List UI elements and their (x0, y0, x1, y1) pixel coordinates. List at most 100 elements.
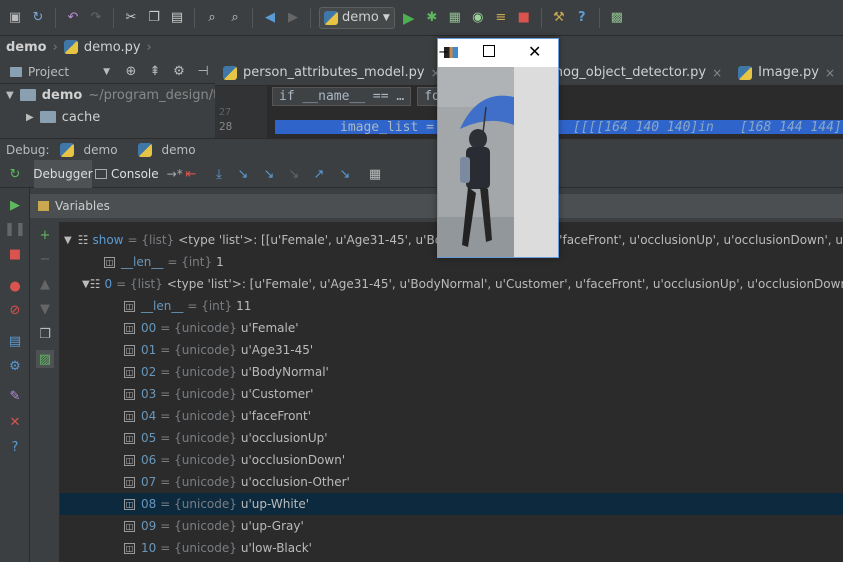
resume-icon[interactable]: ▶ (6, 196, 24, 214)
element-index: 01 (141, 343, 157, 357)
stop-icon[interactable]: ■ (515, 9, 533, 27)
debug-session-tab[interactable]: demo (84, 143, 118, 157)
element-value: u'up-Gray' (240, 519, 304, 533)
variable-row-item-0[interactable]: ▼ ☷ 0 = {list} <type 'list'>: [u'Female'… (60, 273, 843, 295)
step-into-icon[interactable]: ↘ (234, 165, 252, 183)
image-padding (514, 67, 558, 257)
move-down-icon[interactable]: ▼ (36, 300, 54, 318)
coverage-icon[interactable]: ▦ (446, 9, 464, 27)
chevron-down-icon[interactable]: ▼ (82, 279, 90, 290)
gear-icon[interactable]: ⚙ (170, 63, 188, 81)
sync-icon[interactable]: ↻ (29, 9, 47, 27)
close-icon[interactable]: ✕ (6, 413, 24, 431)
find-icon[interactable]: ⌕ (203, 9, 221, 27)
image-viewer-window[interactable]: − ✕ (437, 38, 559, 258)
help-icon[interactable]: ? (573, 9, 591, 27)
element-type: = {unicode} (160, 431, 237, 445)
undo-icon[interactable]: ↶ (64, 9, 82, 27)
pause-icon[interactable]: ❚❚ (4, 220, 26, 238)
profile-icon[interactable]: ◉ (469, 9, 487, 27)
back-icon[interactable]: ◀ (261, 9, 279, 27)
variable-row-element[interactable]: ◫ 09 = {unicode} u'up-Gray' (60, 515, 843, 537)
project-panel-title[interactable]: Project (28, 65, 69, 79)
rerun-icon[interactable]: ↻ (6, 165, 24, 183)
chevron-down-icon[interactable]: ▼ (103, 67, 110, 77)
redo-icon[interactable]: ↷ (87, 9, 105, 27)
field-icon: ◫ (124, 344, 135, 356)
save-icon[interactable]: ▣ (6, 9, 24, 27)
help-icon[interactable]: ? (6, 438, 24, 456)
image-window-titlebar[interactable]: − ✕ (438, 39, 558, 67)
mute-breakpoints-icon[interactable]: ⊘ (6, 301, 24, 319)
chevron-down-icon[interactable]: ▼ (64, 235, 78, 246)
hide-icon[interactable]: ⊣ (194, 63, 212, 81)
field-icon: ◫ (124, 432, 135, 444)
remove-watch-icon[interactable]: − (36, 250, 54, 268)
run-icon[interactable]: ▶ (400, 9, 418, 27)
tab-debugger[interactable]: Debugger (33, 160, 93, 188)
variable-row-element[interactable]: ◫ 03 = {unicode} u'Customer' (60, 383, 843, 405)
close-icon[interactable]: × (825, 66, 835, 80)
new-watch-icon[interactable]: + (36, 226, 54, 244)
variable-row-element[interactable]: ◫ 05 = {unicode} u'occlusionUp' (60, 427, 843, 449)
variable-name: __len__ (141, 299, 184, 313)
console-menu-icon[interactable]: →* (167, 167, 183, 181)
close-icon[interactable]: ✕ (528, 42, 541, 61)
element-index: 00 (141, 321, 157, 335)
variable-row-element[interactable]: ◫ 10 = {unicode} u'low-Black' (60, 537, 843, 559)
run-to-cursor-icon[interactable]: ↘ (336, 165, 354, 183)
build-icon[interactable]: ≡ (492, 9, 510, 27)
replace-icon[interactable]: ⌕ (226, 9, 244, 27)
stop-icon[interactable]: ■ (6, 245, 24, 263)
tab-fhog-object-detector[interactable]: fhog_object_detector.py × (550, 60, 730, 86)
layout-icon[interactable]: ▤ (6, 332, 24, 350)
debug-icon[interactable]: ✱ (423, 9, 441, 27)
close-icon[interactable]: × (712, 66, 722, 80)
cut-icon[interactable]: ✂ (122, 9, 140, 27)
pin-icon[interactable]: ✎ (6, 387, 24, 405)
step-over-icon[interactable]: ⤓ (210, 165, 228, 183)
variable-row-element-selected[interactable]: ◫ 08 = {unicode} u'up-White' (60, 493, 843, 515)
collapse-all-icon[interactable]: ⇞ (146, 63, 164, 81)
maximize-icon[interactable] (483, 45, 495, 57)
tab-person-attributes-model[interactable]: person_attributes_model.py × (215, 60, 449, 86)
variable-row-element[interactable]: ◫ 07 = {unicode} u'occlusion-Other' (60, 471, 843, 493)
minimize-icon[interactable]: − (438, 45, 449, 60)
chevron-down-icon[interactable]: ▼ (6, 90, 14, 101)
debug-session-tab[interactable]: demo (162, 143, 196, 157)
code-crumb-main[interactable]: if __name__ == … (272, 87, 412, 106)
variable-row-element[interactable]: ◫ 06 = {unicode} u'occlusionDown' (60, 449, 843, 471)
variable-row-element[interactable]: ◫ 01 = {unicode} u'Age31-45' (60, 339, 843, 361)
variable-row-item-0-len[interactable]: ◫ __len__ = {int} 11 (60, 295, 843, 317)
restore-layout-icon[interactable]: ⇤ (182, 165, 200, 183)
tree-item-cache[interactable]: ▶ cache (26, 106, 100, 128)
step-into-my-code-icon[interactable]: ↘ (260, 165, 278, 183)
code-breadcrumb: if __name__ == … for (272, 87, 455, 106)
tab-console[interactable]: Console →* (95, 160, 183, 188)
move-up-icon[interactable]: ▲ (36, 275, 54, 293)
variable-row-element[interactable]: ◫ 02 = {unicode} u'BodyNormal' (60, 361, 843, 383)
breadcrumb-file[interactable]: demo.py (84, 40, 141, 55)
toolbar-separator (113, 7, 114, 28)
step-out-icon[interactable]: ↗ (310, 165, 328, 183)
chevron-right-icon[interactable]: ▶ (26, 112, 34, 123)
variable-row-element[interactable]: ◫ 04 = {unicode} u'faceFront' (60, 405, 843, 427)
tab-image[interactable]: Image.py × (730, 60, 843, 86)
copy-icon[interactable]: ❐ (36, 325, 54, 343)
run-config-select[interactable]: demo ▼ (319, 6, 395, 29)
forward-icon[interactable]: ▶ (284, 9, 302, 27)
copy-icon[interactable]: ❐ (145, 9, 163, 27)
force-step-into-icon[interactable]: ↘ (285, 165, 303, 183)
settings-icon[interactable]: ⚙ (6, 357, 24, 375)
target-icon[interactable]: ⊕ (122, 63, 140, 81)
paste-icon[interactable]: ▤ (168, 9, 186, 27)
tree-root[interactable]: ▼ demo ~/program_design/te (6, 84, 226, 106)
settings-icon[interactable]: ⚒ (550, 9, 568, 27)
evaluate-expression-icon[interactable]: ▦ (366, 165, 384, 183)
variable-row-element[interactable]: ◫ 00 = {unicode} u'Female' (60, 317, 843, 339)
breadcrumb-project[interactable]: demo (6, 40, 47, 55)
vcs-icon[interactable]: ▩ (608, 9, 626, 27)
view-breakpoints-icon[interactable]: ● (6, 277, 24, 295)
variable-name: show (92, 233, 124, 247)
view-image-icon[interactable]: ▨ (36, 350, 54, 368)
